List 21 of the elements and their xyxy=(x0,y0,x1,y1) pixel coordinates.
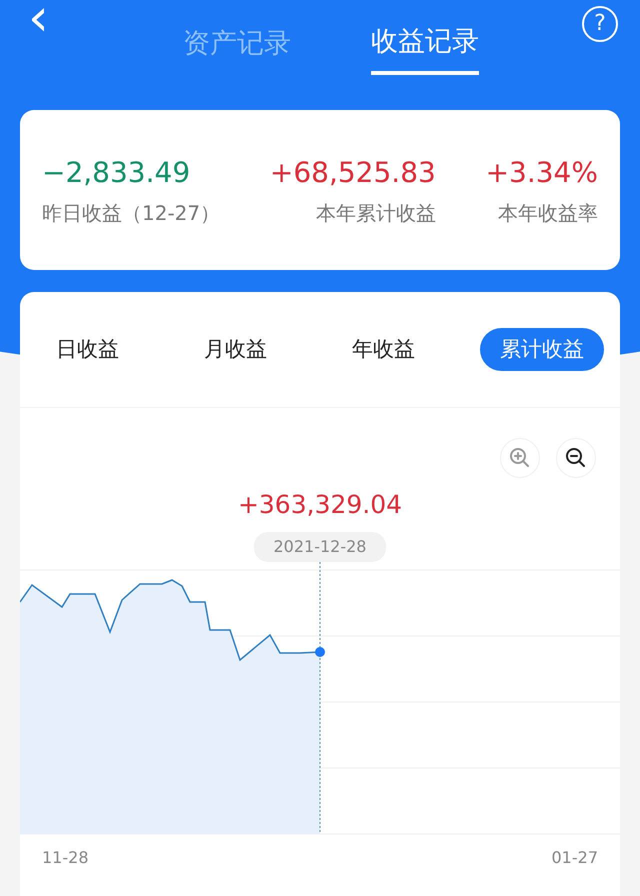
stat-label: 本年累计收益 xyxy=(314,200,436,227)
zoom-out-icon xyxy=(565,447,587,469)
back-button[interactable]: ‹ xyxy=(0,0,80,44)
axis-label: 01-27 xyxy=(552,846,598,868)
stat-value: −2,833.49 xyxy=(42,155,192,191)
stat-label: 昨日收益（12-27） xyxy=(42,200,220,227)
chart-value: +363,329.04 xyxy=(238,489,402,521)
axis-label: 11-28 xyxy=(42,846,88,868)
period-tab[interactable]: 日收益 xyxy=(36,328,139,372)
help-button[interactable]: ? xyxy=(582,6,618,42)
stat-value: +3.34% xyxy=(486,155,598,191)
period-tab[interactable]: 年收益 xyxy=(332,328,435,372)
period-tab[interactable]: 累计收益 xyxy=(480,328,604,372)
period-tab[interactable]: 月收益 xyxy=(184,328,287,372)
zoom-out-button[interactable] xyxy=(556,438,596,478)
tab[interactable]: 收益记录 xyxy=(371,0,479,74)
stat-label: 本年收益率 xyxy=(496,200,598,227)
zoom-in-icon xyxy=(509,447,531,469)
tab[interactable]: 资产记录 xyxy=(183,0,291,74)
stat-value: +68,525.83 xyxy=(270,155,436,191)
date-label: 2021-12-28 xyxy=(254,532,386,562)
